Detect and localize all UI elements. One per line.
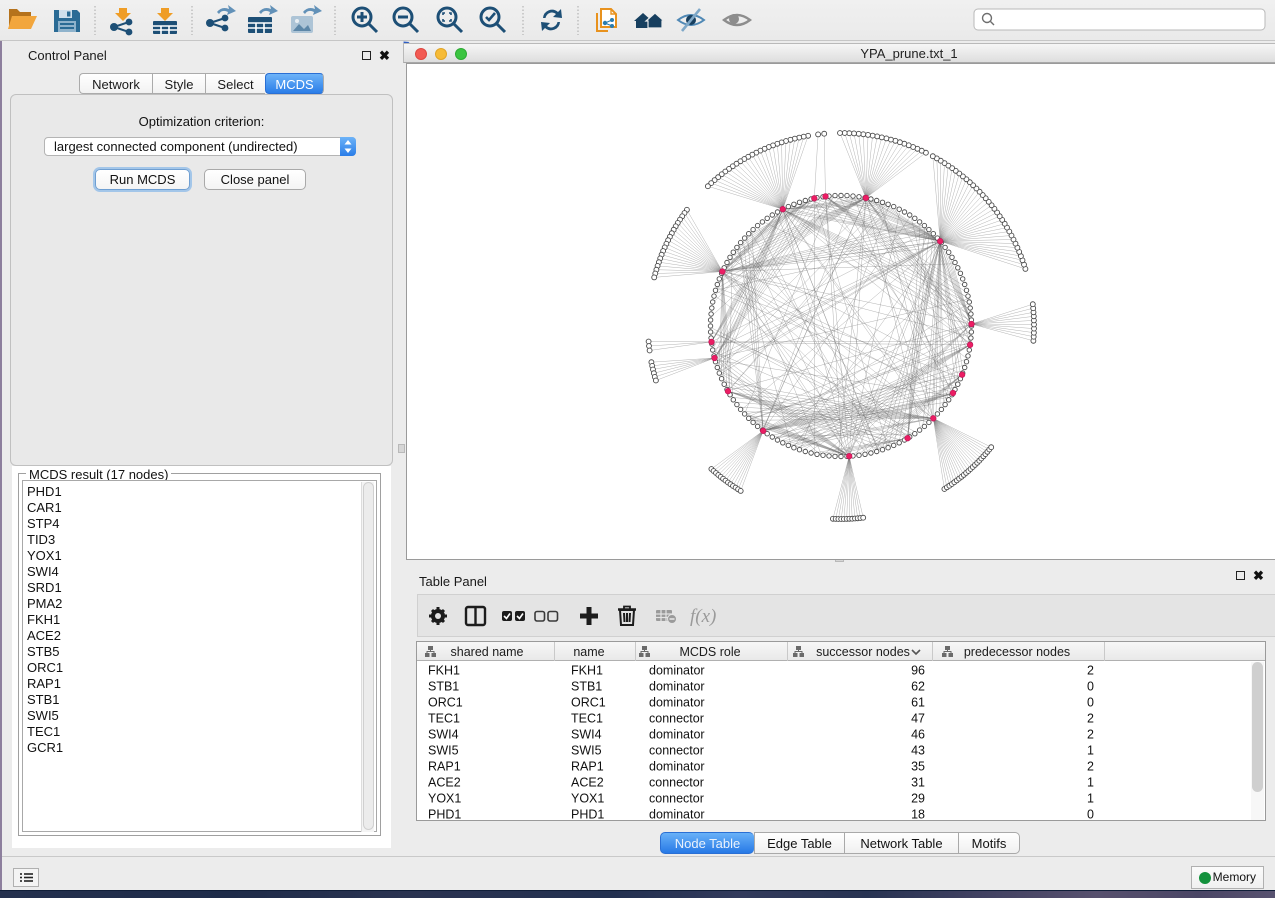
svg-text:f(x): f(x)	[690, 606, 716, 627]
svg-text:1: 1	[1087, 776, 1094, 790]
svg-text:ORC1: ORC1	[428, 696, 463, 710]
svg-text:62: 62	[911, 680, 925, 694]
svg-text:predecessor nodes: predecessor nodes	[964, 645, 1070, 659]
svg-text:dominator: dominator	[649, 728, 705, 742]
svg-text:SWI4: SWI4	[571, 728, 602, 742]
svg-text:2: 2	[1087, 728, 1094, 742]
svg-text:RAP1: RAP1	[571, 760, 604, 774]
svg-text:ORC1: ORC1	[571, 696, 606, 710]
svg-text:46: 46	[911, 728, 925, 742]
svg-text:2: 2	[1087, 760, 1094, 774]
svg-text:shared name: shared name	[451, 645, 524, 659]
svg-text:dominator: dominator	[649, 760, 705, 774]
svg-text:dominator: dominator	[649, 680, 705, 694]
svg-text:FKH1: FKH1	[428, 664, 460, 678]
svg-text:ACE2: ACE2	[571, 776, 604, 790]
svg-text:SWI4: SWI4	[428, 728, 459, 742]
svg-text:SWI5: SWI5	[571, 744, 602, 758]
svg-text:SWI5: SWI5	[428, 744, 459, 758]
svg-text:dominator: dominator	[649, 664, 705, 678]
svg-text:connector: connector	[649, 776, 704, 790]
svg-text:connector: connector	[649, 744, 704, 758]
svg-text:0: 0	[1087, 808, 1094, 822]
svg-text:TEC1: TEC1	[571, 712, 603, 726]
svg-text:2: 2	[1087, 664, 1094, 678]
svg-text:2: 2	[1087, 712, 1094, 726]
svg-text:0: 0	[1087, 696, 1094, 710]
svg-text:STB1: STB1	[571, 680, 602, 694]
svg-text:35: 35	[911, 760, 925, 774]
svg-text:47: 47	[911, 712, 925, 726]
svg-text:dominator: dominator	[649, 808, 705, 822]
svg-text:name: name	[573, 645, 604, 659]
svg-text:MCDS role: MCDS role	[679, 645, 740, 659]
svg-text:1: 1	[1087, 792, 1094, 806]
svg-text:96: 96	[911, 664, 925, 678]
svg-text:dominator: dominator	[649, 696, 705, 710]
svg-text:STB1: STB1	[428, 680, 459, 694]
svg-text:ACE2: ACE2	[428, 776, 461, 790]
svg-text:18: 18	[911, 808, 925, 822]
svg-text:61: 61	[911, 696, 925, 710]
svg-text:YOX1: YOX1	[571, 792, 604, 806]
svg-text:FKH1: FKH1	[571, 664, 603, 678]
svg-text:YOX1: YOX1	[428, 792, 461, 806]
svg-text:connector: connector	[649, 792, 704, 806]
svg-text:TEC1: TEC1	[428, 712, 460, 726]
svg-text:29: 29	[911, 792, 925, 806]
svg-text:1: 1	[1087, 744, 1094, 758]
svg-text:PHD1: PHD1	[428, 808, 461, 822]
svg-text:43: 43	[911, 744, 925, 758]
svg-text:connector: connector	[649, 712, 704, 726]
svg-text:successor nodes: successor nodes	[816, 645, 910, 659]
svg-text:PHD1: PHD1	[571, 808, 604, 822]
svg-text:31: 31	[911, 776, 925, 790]
svg-text:0: 0	[1087, 680, 1094, 694]
svg-text:RAP1: RAP1	[428, 760, 461, 774]
